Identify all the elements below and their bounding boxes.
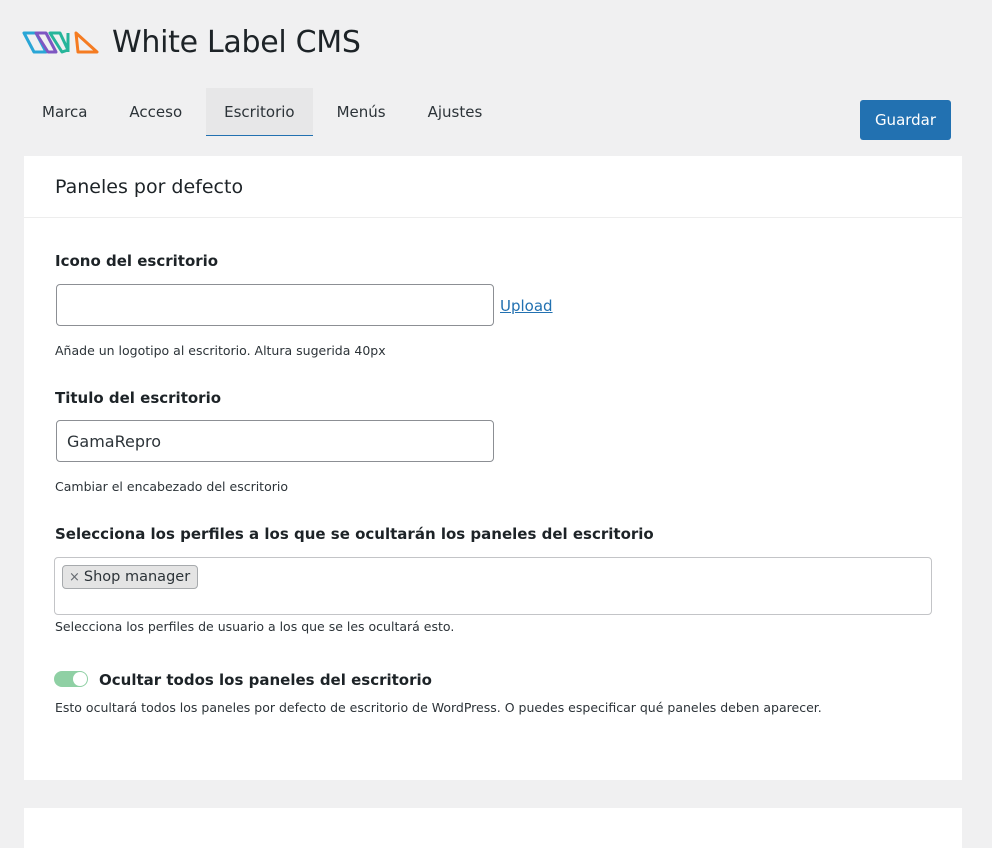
tab-acceso[interactable]: Acceso — [111, 88, 200, 136]
tab-escritorio[interactable]: Escritorio — [206, 88, 313, 136]
upload-link[interactable]: Upload — [500, 297, 553, 315]
dashboard-title-help: Cambiar el encabezado del escritorio — [55, 479, 288, 494]
panel-header: Paneles por defecto — [24, 156, 962, 218]
hide-all-panels-toggle[interactable] — [54, 671, 88, 687]
dashboard-icon-help: Añade un logotipo al escritorio. Altura … — [55, 343, 386, 358]
dashboard-title-input[interactable]: GamaRepro — [56, 420, 494, 462]
next-card — [24, 808, 962, 848]
hide-all-panels-help: Esto ocultará todos los paneles por defe… — [55, 700, 822, 715]
tab-ajustes[interactable]: Ajustes — [410, 88, 501, 136]
chip-label: Shop manager — [83, 569, 191, 585]
roles-multiselect[interactable]: × Shop manager — [54, 557, 932, 615]
app-header: White Label CMS — [22, 22, 361, 62]
panel-title: Paneles por defecto — [55, 175, 244, 198]
tab-menus[interactable]: Menús — [319, 88, 404, 136]
dashboard-icon-input[interactable] — [56, 284, 494, 326]
roles-label: Selecciona los perfiles a los que se ocu… — [55, 525, 654, 543]
chip-remove-icon[interactable]: × — [69, 570, 80, 585]
role-chip: × Shop manager — [62, 565, 199, 589]
dashboard-icon-label: Icono del escritorio — [55, 252, 219, 270]
white-label-cms-logo-icon — [22, 31, 99, 54]
roles-help: Selecciona los perfiles de usuario a los… — [55, 619, 455, 634]
hide-all-panels-label: Ocultar todos los paneles del escritorio — [99, 671, 432, 689]
default-panels-card: Paneles por defecto Icono del escritorio… — [24, 156, 962, 780]
save-button[interactable]: Guardar — [860, 100, 951, 140]
tab-marca[interactable]: Marca — [24, 88, 105, 136]
toggle-knob — [73, 672, 87, 686]
app-title: White Label CMS — [112, 24, 361, 60]
dashboard-title-label: Titulo del escritorio — [55, 389, 222, 407]
tab-bar: Marca Acceso Escritorio Menús Ajustes — [24, 88, 500, 136]
